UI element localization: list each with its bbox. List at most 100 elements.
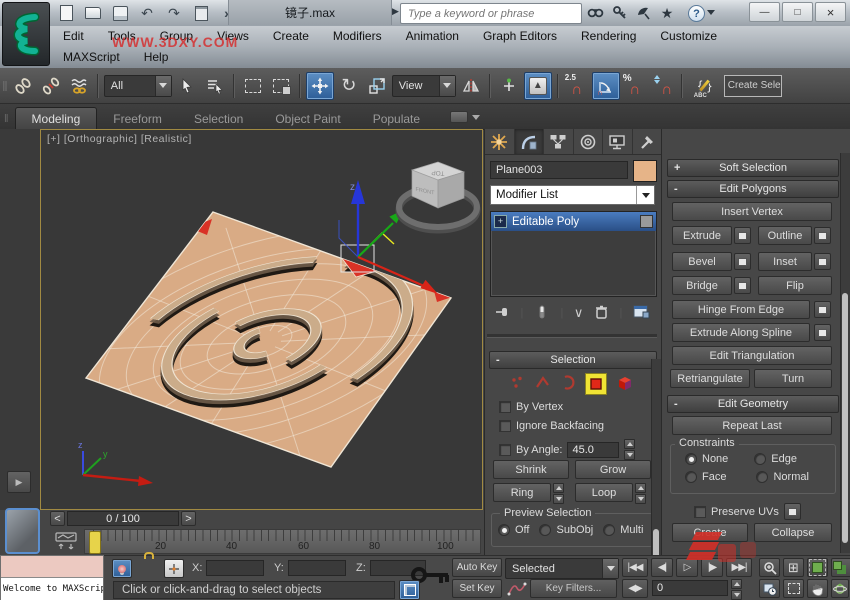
- panel-scrollbar[interactable]: [840, 153, 850, 553]
- dropdown-arrow-icon[interactable]: [155, 76, 171, 96]
- mirror-icon[interactable]: [458, 73, 484, 99]
- extrude-along-spline-button[interactable]: Extrude Along Spline: [672, 323, 810, 342]
- expand-icon[interactable]: +: [494, 215, 507, 228]
- tab-modify-icon[interactable]: [515, 129, 545, 154]
- insert-vertex-button[interactable]: Insert Vertex: [672, 202, 832, 221]
- preview-multi-radio[interactable]: Multi: [603, 524, 643, 536]
- select-and-rotate-icon[interactable]: ↻: [336, 73, 362, 99]
- retriangulate-button[interactable]: Retriangulate: [670, 369, 750, 388]
- object-color-swatch[interactable]: [633, 160, 657, 182]
- subscription-key-icon[interactable]: [609, 3, 631, 23]
- ribbon-tab-object-paint[interactable]: Object Paint: [259, 108, 356, 129]
- tab-motion-icon[interactable]: [574, 129, 604, 154]
- undo-button[interactable]: ↶: [135, 3, 159, 23]
- rectangular-selection-region-icon[interactable]: [240, 73, 266, 99]
- loop-spinner[interactable]: [635, 483, 646, 504]
- selection-filter-dropdown[interactable]: All: [104, 75, 172, 97]
- play-button[interactable]: ▷: [676, 558, 698, 577]
- repeat-last-button[interactable]: Repeat Last: [672, 416, 832, 435]
- zoom-all-icon[interactable]: ⊞: [783, 558, 804, 577]
- menu-maxscript[interactable]: MAXScript: [52, 47, 131, 67]
- next-frame-button[interactable]: |▶: [701, 558, 723, 577]
- tab-utilities-icon[interactable]: [633, 129, 662, 154]
- polygon-subobject-icon[interactable]: [585, 373, 607, 395]
- constraint-edge-radio[interactable]: Edge: [754, 453, 797, 465]
- viewport-layout-tab-button[interactable]: [5, 508, 40, 554]
- select-and-manipulate-icon[interactable]: [496, 73, 522, 99]
- project-toggle-button[interactable]: [189, 3, 213, 23]
- y-coordinate-field[interactable]: [288, 560, 346, 576]
- inset-settings-button[interactable]: [814, 253, 831, 270]
- rollout-edit-polygons[interactable]: -Edit Polygons: [667, 180, 839, 198]
- adaptive-degradation-icon[interactable]: [399, 580, 420, 600]
- spinner-snap-icon[interactable]: ∩: [650, 73, 676, 99]
- viewport[interactable]: [+] [Orthographic] [Realistic]: [40, 129, 483, 510]
- stack-item-editable-poly[interactable]: + Editable Poly: [491, 212, 656, 231]
- menu-help[interactable]: Help: [133, 47, 180, 67]
- macro-recorder-pane[interactable]: [1, 556, 103, 578]
- new-file-button[interactable]: [54, 3, 78, 23]
- zoom-extents-all-icon[interactable]: [831, 558, 850, 577]
- viewport-canvas[interactable]: z y TOP FRONT z y: [41, 130, 482, 509]
- open-file-button[interactable]: [81, 3, 105, 23]
- zoom-icon[interactable]: [759, 558, 780, 577]
- favorites-star-icon[interactable]: ★: [656, 3, 678, 23]
- modifier-list-dropdown[interactable]: Modifier List: [490, 185, 655, 205]
- bridge-button[interactable]: Bridge: [672, 276, 732, 295]
- expand-panel-button[interactable]: ▶: [7, 471, 31, 493]
- select-and-scale-icon[interactable]: [364, 73, 390, 99]
- preview-subobj-radio[interactable]: SubObj: [539, 524, 593, 536]
- constraint-none-radio[interactable]: None: [685, 453, 728, 465]
- border-subobject-icon[interactable]: [560, 375, 575, 393]
- extrude-button[interactable]: Extrude: [672, 226, 732, 245]
- redo-button[interactable]: ↷: [162, 3, 186, 23]
- tab-display-icon[interactable]: [603, 129, 633, 154]
- tab-hierarchy-icon[interactable]: [544, 129, 574, 154]
- menu-animation[interactable]: Animation: [395, 26, 470, 46]
- flip-button[interactable]: Flip: [758, 276, 832, 295]
- x-coordinate-field[interactable]: [206, 560, 264, 576]
- grow-button[interactable]: Grow: [575, 460, 651, 479]
- app-logo-button[interactable]: [2, 2, 50, 66]
- key-mode-toggle-button[interactable]: ◀▶: [622, 579, 648, 598]
- collapse-button[interactable]: Collapse: [754, 523, 832, 542]
- time-slider-ruler[interactable]: 0 20 40 60 80 100: [84, 529, 481, 554]
- rollout-edit-geometry[interactable]: -Edit Geometry: [667, 395, 839, 413]
- viewport-label[interactable]: [+] [Orthographic] [Realistic]: [47, 133, 192, 145]
- extrude-spline-settings-button[interactable]: [814, 324, 831, 341]
- ribbon-tab-freeform[interactable]: Freeform: [97, 108, 178, 129]
- key-filters-button[interactable]: Key Filters...: [530, 579, 617, 598]
- previous-frame-button[interactable]: <: [50, 511, 65, 526]
- select-object-icon[interactable]: [174, 73, 200, 99]
- unlink-selection-icon[interactable]: [38, 73, 64, 99]
- ignore-backfacing-checkbox[interactable]: Ignore Backfacing: [499, 420, 604, 432]
- shrink-button[interactable]: Shrink: [493, 460, 569, 479]
- menu-graph-editors[interactable]: Graph Editors: [472, 26, 568, 46]
- pan-view-icon[interactable]: [807, 579, 828, 598]
- window-crossing-icon[interactable]: [268, 73, 294, 99]
- next-frame-button[interactable]: >: [181, 511, 196, 526]
- vertex-subobject-icon[interactable]: [510, 375, 525, 393]
- menu-edit[interactable]: Edit: [52, 26, 95, 46]
- remove-modifier-icon[interactable]: [594, 304, 609, 323]
- toolbar-drag-handle[interactable]: ‖: [2, 78, 8, 94]
- modifier-stack[interactable]: + Editable Poly: [490, 211, 657, 297]
- close-button[interactable]: ×: [815, 2, 846, 22]
- reference-coordinate-dropdown[interactable]: View: [392, 75, 456, 97]
- extrude-settings-button[interactable]: [734, 227, 751, 244]
- edge-subobject-icon[interactable]: [535, 375, 550, 393]
- snaps-toggle-icon[interactable]: 2.5∩: [564, 73, 590, 99]
- communication-center-icon[interactable]: [633, 3, 655, 23]
- create-selection-set-field[interactable]: Create Selection S: [724, 75, 782, 97]
- time-slider-handle[interactable]: [89, 531, 101, 554]
- panel-scrollbar[interactable]: [651, 359, 661, 555]
- isolate-selection-icon[interactable]: [112, 559, 132, 578]
- named-selection-sets-icon[interactable]: { } ABC: [688, 73, 722, 99]
- select-and-link-icon[interactable]: [10, 73, 36, 99]
- loop-button[interactable]: Loop: [575, 483, 633, 502]
- frame-spinner[interactable]: [731, 579, 742, 600]
- save-file-button[interactable]: [108, 3, 132, 23]
- auto-key-button[interactable]: Auto Key: [452, 558, 502, 577]
- ribbon-drag-handle[interactable]: ‖: [4, 113, 9, 125]
- ring-spinner[interactable]: [553, 483, 564, 504]
